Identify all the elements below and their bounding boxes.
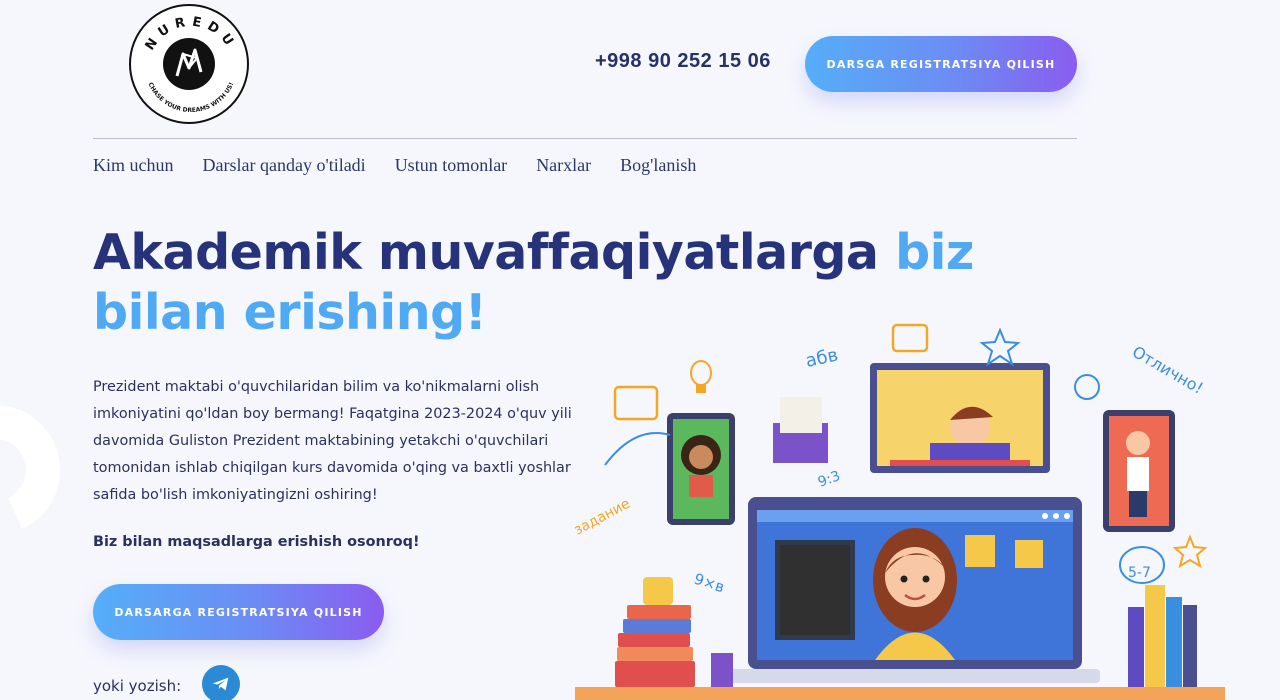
- online-learning-illustration: абв Отлично! задание 9×в 9:3 5-7: [575, 323, 1225, 700]
- logo[interactable]: NUREDU CHASE YOUR DREAMS WITH US!: [129, 4, 249, 124]
- book-stack-left: [615, 577, 695, 687]
- contact-label: yoki yozish:: [93, 677, 182, 695]
- hero-title-part1: Akademik muvaffaqiyatlarga: [93, 224, 896, 281]
- background-arc: [0, 386, 79, 554]
- header-divider: [93, 138, 1077, 139]
- telegram-button[interactable]: [202, 665, 240, 700]
- book-stack-right: [1128, 585, 1197, 687]
- nav-item-ustun-tomonlar[interactable]: Ustun tomonlar: [395, 155, 508, 176]
- pencil-cup: [711, 653, 733, 687]
- video-frame-girl: [667, 413, 735, 525]
- nav-item-boglanish[interactable]: Bog'lanish: [620, 155, 696, 176]
- phone-number[interactable]: +998 90 252 15 06: [595, 50, 771, 73]
- telegram-icon: [212, 677, 229, 691]
- nav-item-darslar[interactable]: Darslar qanday o'tiladi: [203, 155, 366, 176]
- hero-description: Prezident maktabi o'quvchilaridan bilim …: [93, 379, 572, 503]
- doodle-abv: абв: [804, 345, 840, 372]
- badge-doodle: [1074, 374, 1100, 400]
- register-button-header[interactable]: DARSGA REGISTRATSIYA QILISH: [805, 36, 1077, 92]
- video-frame-boy-desk: [870, 363, 1050, 473]
- video-frame-boy-waving: [1103, 410, 1175, 532]
- arrow-doodle: [604, 432, 671, 466]
- logo-mark-icon: [175, 48, 203, 77]
- main-nav: Kim uchun Darslar qanday o'tiladi Ustun …: [93, 155, 696, 176]
- laptop-illustration: [730, 497, 1100, 683]
- mug-illustration: [643, 577, 673, 605]
- chat-doodle: [613, 385, 659, 421]
- bulb-doodle: [690, 360, 712, 393]
- nav-item-narxlar[interactable]: Narxlar: [536, 155, 591, 176]
- nav-item-kim-uchun[interactable]: Kim uchun: [93, 155, 174, 176]
- folder-illustration: [773, 397, 828, 463]
- desk: [575, 687, 1225, 700]
- doodle-5-7: 5-7: [1128, 565, 1151, 581]
- register-button-main[interactable]: DARSARGA REGISTRATSIYA QILISH: [93, 584, 384, 640]
- chat-doodle-top: [891, 323, 929, 353]
- doodle-9-3: 9:3: [816, 468, 843, 491]
- star-doodle: [979, 327, 1021, 367]
- star-doodle-right: [1172, 534, 1208, 569]
- hero-tagline: Biz bilan maqsadlarga erishish osonroq!: [93, 534, 420, 550]
- doodle-otlichno: Отлично!: [1129, 342, 1207, 398]
- doodle-9v: 9×в: [692, 570, 727, 597]
- doodle-zadanie: задание: [575, 496, 633, 539]
